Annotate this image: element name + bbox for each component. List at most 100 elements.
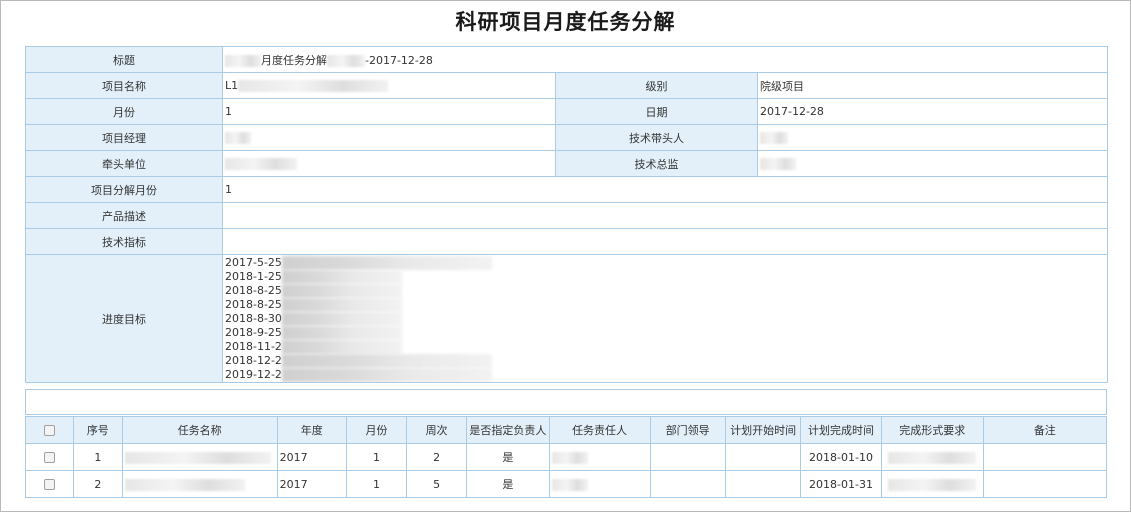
redacted-text (760, 132, 788, 144)
progress-line: 2018-8-30 (225, 312, 1105, 326)
product-desc-value (222, 202, 1108, 229)
progress-line: 2018-8-25 (225, 284, 1105, 298)
cell-format (880, 470, 984, 498)
tech-lead-value (757, 124, 1108, 151)
tech-director-value (757, 150, 1108, 177)
month-label: 月份 (25, 98, 223, 125)
lead-unit-value (222, 150, 556, 177)
lead-unit-label: 牵头单位 (25, 150, 223, 177)
cell-index: 2 (72, 470, 123, 498)
info-row-month: 月份 1 日期 2017-12-28 (25, 98, 1108, 125)
project-info-table: 标题 月度任务分解 -2017-12-28 项目名称 L1 级别 院级项目 月份 … (25, 46, 1108, 383)
cell-month: 1 (345, 470, 408, 498)
info-row-decomp-month: 项目分解月份 1 (25, 176, 1108, 203)
redacted-text (888, 478, 977, 491)
cell-name (121, 443, 278, 471)
month-value: 1 (222, 98, 556, 125)
col-header-year: 年度 (276, 416, 347, 444)
redacted-text (551, 478, 588, 491)
col-header-index: 序号 (72, 416, 123, 444)
cell-week: 5 (406, 470, 468, 498)
progress-value: 2017-5-25 2018-1-25 2018-8-25 2018-8-25 … (222, 254, 1108, 383)
col-header-plan-end: 计划完成时间 (800, 416, 882, 444)
level-value: 院级项目 (757, 72, 1108, 99)
cell-remark (982, 470, 1108, 498)
redacted-text (760, 158, 796, 170)
row-checkbox[interactable] (25, 470, 74, 498)
progress-line: 2018-8-25 (225, 298, 1105, 312)
redacted-text (225, 54, 261, 67)
row-checkbox[interactable] (25, 443, 74, 471)
redacted-text (225, 158, 297, 170)
date-value: 2017-12-28 (757, 98, 1108, 125)
product-desc-label: 产品描述 (25, 202, 223, 229)
title-value-end: -2017-12-28 (365, 53, 433, 67)
task-table-header: 序号 任务名称 年度 月份 周次 是否指定负责人 任务责任人 部门领导 计划开始… (25, 416, 1108, 444)
progress-line: 2018-12-2 (225, 354, 1105, 368)
decomp-month-label: 项目分解月份 (25, 176, 223, 203)
col-header-plan-start: 计划开始时间 (724, 416, 802, 444)
project-name-value: L1 (222, 72, 556, 99)
title-value: 月度任务分解 -2017-12-28 (222, 46, 1108, 73)
info-row-progress: 进度目标 2017-5-25 2018-1-25 2018-8-25 2018-… (25, 254, 1108, 383)
info-row-project-name: 项目名称 L1 级别 院级项目 (25, 72, 1108, 99)
checkbox-icon[interactable] (43, 452, 55, 463)
cell-plan-end: 2018-01-10 (800, 443, 882, 471)
cell-month: 1 (345, 443, 408, 471)
cell-year: 2017 (276, 470, 347, 498)
tech-index-value (222, 228, 1108, 255)
cell-owner (548, 443, 651, 471)
cell-year: 2017 (276, 443, 347, 471)
cell-dept-leader (649, 443, 726, 471)
title-value-mid: 月度任务分解 (261, 53, 327, 67)
date-label: 日期 (555, 98, 758, 125)
checkbox-icon[interactable] (43, 479, 55, 490)
cell-dept-leader (649, 470, 726, 498)
table-row[interactable]: 1 2017 1 2 是 2018-01-10 (25, 443, 1108, 471)
tech-director-label: 技术总监 (555, 150, 758, 177)
progress-line: 2018-9-25 (225, 326, 1105, 340)
select-all-checkbox[interactable] (25, 416, 74, 444)
decomp-month-value: 1 (222, 176, 1108, 203)
page-title: 科研项目月度任务分解 (455, 10, 676, 34)
manager-value (222, 124, 556, 151)
tech-lead-label: 技术带头人 (555, 124, 758, 151)
col-header-week: 周次 (406, 416, 468, 444)
table-row[interactable]: 2 2017 1 5 是 2018-01-31 (25, 470, 1108, 498)
info-row-title: 标题 月度任务分解 -2017-12-28 (25, 46, 1108, 73)
redacted-text (238, 80, 389, 92)
info-row-product-desc: 产品描述 (25, 202, 1108, 229)
cell-plan-start (724, 470, 802, 498)
cell-index: 1 (72, 443, 123, 471)
redacted-text (225, 132, 251, 144)
redacted-text (551, 451, 588, 464)
redacted-text (124, 451, 271, 464)
redacted-text (888, 451, 977, 464)
toolbar-area (25, 389, 1107, 415)
manager-label: 项目经理 (25, 124, 223, 151)
progress-line: 2019-12-2 (225, 368, 1105, 382)
progress-line: 2017-5-25 (225, 256, 1105, 270)
project-name-text: L1 (225, 79, 239, 92)
col-header-format: 完成形式要求 (880, 416, 984, 444)
progress-line: 2018-11-2 (225, 340, 1105, 354)
col-header-month: 月份 (345, 416, 408, 444)
cell-format (880, 443, 984, 471)
checkbox-icon[interactable] (43, 425, 55, 436)
info-row-tech-index: 技术指标 (25, 228, 1108, 255)
level-label: 级别 (555, 72, 758, 99)
col-header-assigned: 是否指定负责人 (466, 416, 550, 444)
col-header-remark: 备注 (982, 416, 1108, 444)
cell-remark (982, 443, 1108, 471)
cell-assigned: 是 (466, 443, 550, 471)
project-name-label: 项目名称 (25, 72, 223, 99)
progress-label: 进度目标 (25, 254, 223, 383)
cell-plan-start (724, 443, 802, 471)
task-table: 序号 任务名称 年度 月份 周次 是否指定负责人 任务责任人 部门领导 计划开始… (25, 416, 1108, 498)
col-header-dept-leader: 部门领导 (649, 416, 726, 444)
col-header-name: 任务名称 (121, 416, 278, 444)
cell-name (121, 470, 278, 498)
col-header-owner: 任务责任人 (548, 416, 651, 444)
cell-owner (548, 470, 651, 498)
cell-assigned: 是 (466, 470, 550, 498)
